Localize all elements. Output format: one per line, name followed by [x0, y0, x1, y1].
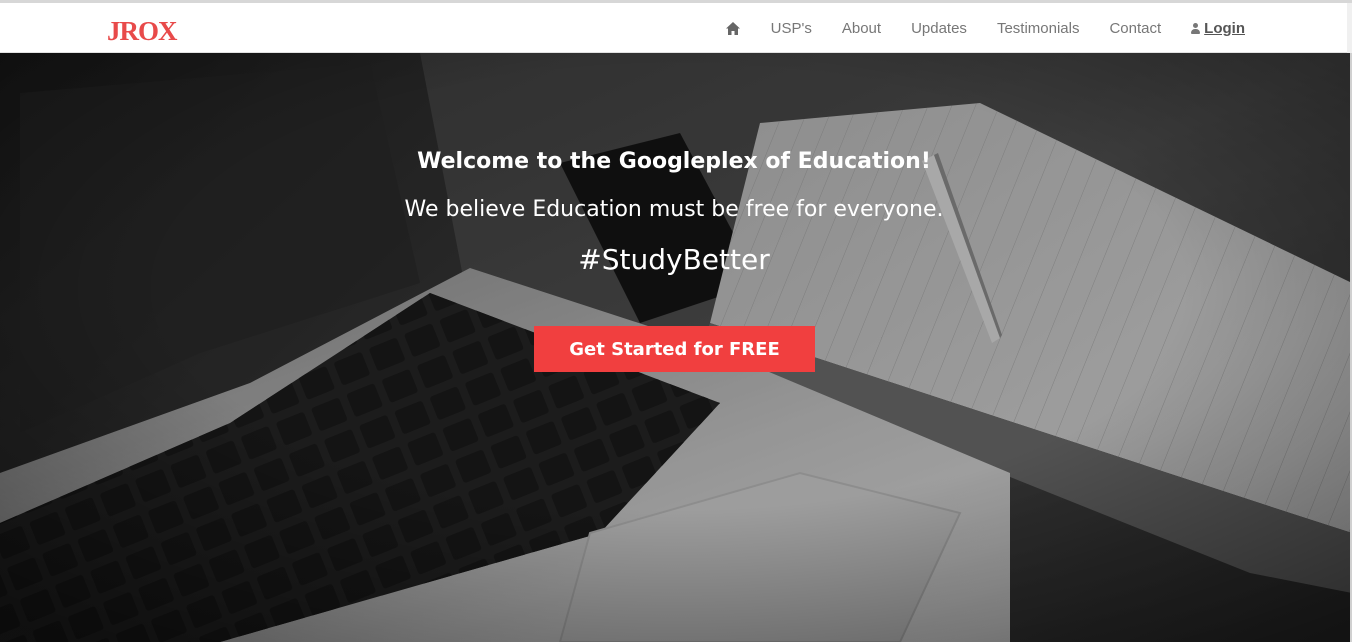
- scrollbar-edge: [1347, 3, 1352, 53]
- login-label: Login: [1204, 19, 1245, 37]
- nav-contact[interactable]: Contact: [1109, 20, 1161, 37]
- nav-testimonials[interactable]: Testimonials: [997, 20, 1080, 37]
- main-nav: USP's About Updates Testimonials Contact…: [725, 3, 1245, 53]
- nav-login-link[interactable]: Login: [1191, 20, 1245, 37]
- navbar: JROX USP's About Updates Testimonials Co…: [0, 3, 1352, 53]
- nav-usps[interactable]: USP's: [771, 20, 812, 37]
- get-started-button[interactable]: Get Started for FREE: [534, 326, 815, 372]
- hero-section: Welcome to the Googleplex of Education! …: [0, 53, 1352, 642]
- nav-home-link[interactable]: [725, 21, 741, 36]
- site-logo[interactable]: JROX: [107, 16, 177, 47]
- hero-tagline: We believe Education must be free for ev…: [404, 197, 944, 222]
- user-icon: [1191, 22, 1201, 34]
- hero-content: Welcome to the Googleplex of Education! …: [0, 53, 1352, 642]
- nav-updates[interactable]: Updates: [911, 20, 967, 37]
- nav-about[interactable]: About: [842, 20, 881, 37]
- hero-welcome-heading: Welcome to the Googleplex of Education!: [417, 149, 931, 174]
- hero-hashtag: #StudyBetter: [578, 243, 770, 276]
- home-icon: [725, 21, 740, 35]
